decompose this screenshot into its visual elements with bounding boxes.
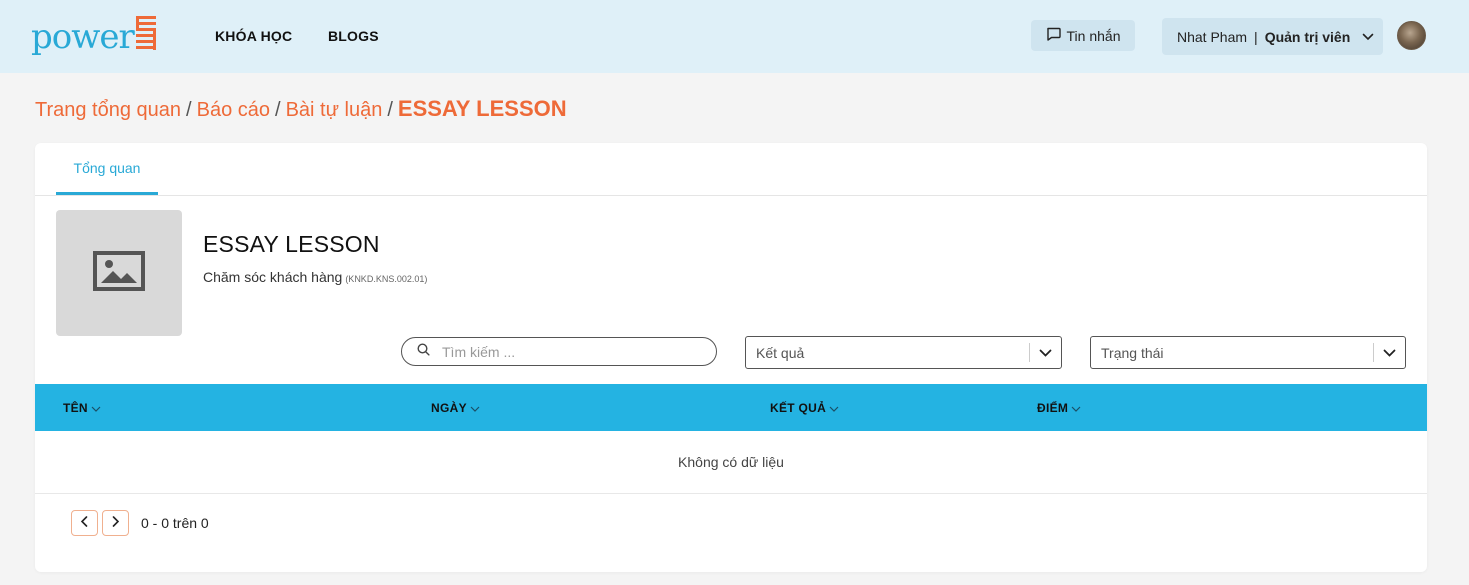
- status-select-value: Trạng thái: [1101, 344, 1164, 361]
- next-page-button[interactable]: [102, 510, 129, 536]
- user-role: Quản trị viên: [1264, 28, 1351, 45]
- messages-button[interactable]: Tin nhắn: [1031, 20, 1135, 51]
- user-name: Nhat Pham: [1177, 28, 1248, 45]
- sort-chevron-icon: [1071, 401, 1081, 415]
- column-header-name[interactable]: TÊN: [63, 401, 101, 415]
- column-label: ĐIỂM: [1037, 401, 1069, 415]
- breadcrumb: Trang tổng quan / Báo cáo / Bài tự luận …: [35, 96, 567, 122]
- user-menu-button[interactable]: Nhat Pham | Quản trị viên: [1162, 18, 1383, 55]
- messages-label: Tin nhắn: [1066, 27, 1121, 44]
- chevron-right-icon: [112, 514, 120, 532]
- breadcrumb-current: ESSAY LESSON: [397, 96, 567, 121]
- pagination: 0 - 0 trên 0: [71, 510, 209, 536]
- sort-chevron-icon: [470, 401, 480, 415]
- column-header-score[interactable]: ĐIỂM: [1037, 401, 1081, 415]
- user-separator: |: [1254, 28, 1258, 45]
- logo-mark-icon: [135, 16, 156, 50]
- breadcrumb-dashboard[interactable]: Trang tổng quan: [35, 99, 181, 122]
- column-label: KẾT QUẢ: [770, 401, 827, 415]
- prev-page-button[interactable]: [71, 510, 98, 536]
- breadcrumb-reports[interactable]: Báo cáo: [197, 99, 270, 122]
- sort-chevron-icon: [829, 401, 839, 415]
- column-label: NGÀY: [431, 401, 467, 415]
- table-header: TÊN NGÀY KẾT QUẢ ĐIỂM: [35, 384, 1427, 431]
- result-select-value: Kết quả: [756, 344, 805, 361]
- chevron-left-icon: [80, 514, 88, 532]
- course-name: Chăm sóc khách hàng: [203, 269, 343, 285]
- logo-text: power: [31, 17, 135, 57]
- search-input[interactable]: [442, 343, 692, 360]
- image-placeholder-icon: [93, 250, 145, 296]
- tab-bar: Tổng quan: [35, 143, 1427, 196]
- user-avatar[interactable]: [1397, 21, 1426, 50]
- nav-blogs[interactable]: BLOGS: [328, 28, 379, 44]
- pagination-summary: 0 - 0 trên 0: [141, 515, 209, 531]
- column-header-result[interactable]: KẾT QUẢ: [770, 401, 839, 415]
- chat-icon: [1046, 27, 1061, 44]
- course-code: (KNKD.KNS.002.01): [345, 274, 428, 284]
- chevron-down-icon[interactable]: [1030, 349, 1061, 357]
- nav-courses[interactable]: KHÓA HỌC: [215, 28, 292, 44]
- search-icon: [417, 342, 430, 361]
- status-select[interactable]: Trạng thái: [1090, 336, 1406, 369]
- breadcrumb-separator: /: [186, 99, 192, 121]
- result-select[interactable]: Kết quả: [745, 336, 1062, 369]
- top-header: power KHÓA HỌC BLOGS Tin nhắn Nhat Pham …: [0, 0, 1469, 73]
- lesson-thumbnail: [56, 210, 182, 336]
- column-label: TÊN: [63, 401, 88, 415]
- report-card: Tổng quan ESSAY LESSON Chăm sóc khách hà…: [35, 143, 1427, 572]
- lesson-title: ESSAY LESSON: [203, 231, 380, 257]
- tab-overview[interactable]: Tổng quan: [56, 143, 158, 195]
- chevron-down-icon: [1362, 33, 1374, 41]
- power-logo[interactable]: power: [31, 10, 156, 54]
- breadcrumb-separator: /: [387, 99, 393, 121]
- table-empty-state: Không có dữ liệu: [35, 431, 1427, 494]
- breadcrumb-separator: /: [275, 99, 281, 121]
- sort-chevron-icon: [91, 401, 101, 415]
- chevron-down-icon[interactable]: [1374, 349, 1405, 357]
- breadcrumb-essays[interactable]: Bài tự luận: [286, 99, 383, 122]
- column-header-date[interactable]: NGÀY: [431, 401, 480, 415]
- lesson-course: Chăm sóc khách hàng (KNKD.KNS.002.01): [203, 269, 427, 285]
- search-field[interactable]: [401, 337, 717, 366]
